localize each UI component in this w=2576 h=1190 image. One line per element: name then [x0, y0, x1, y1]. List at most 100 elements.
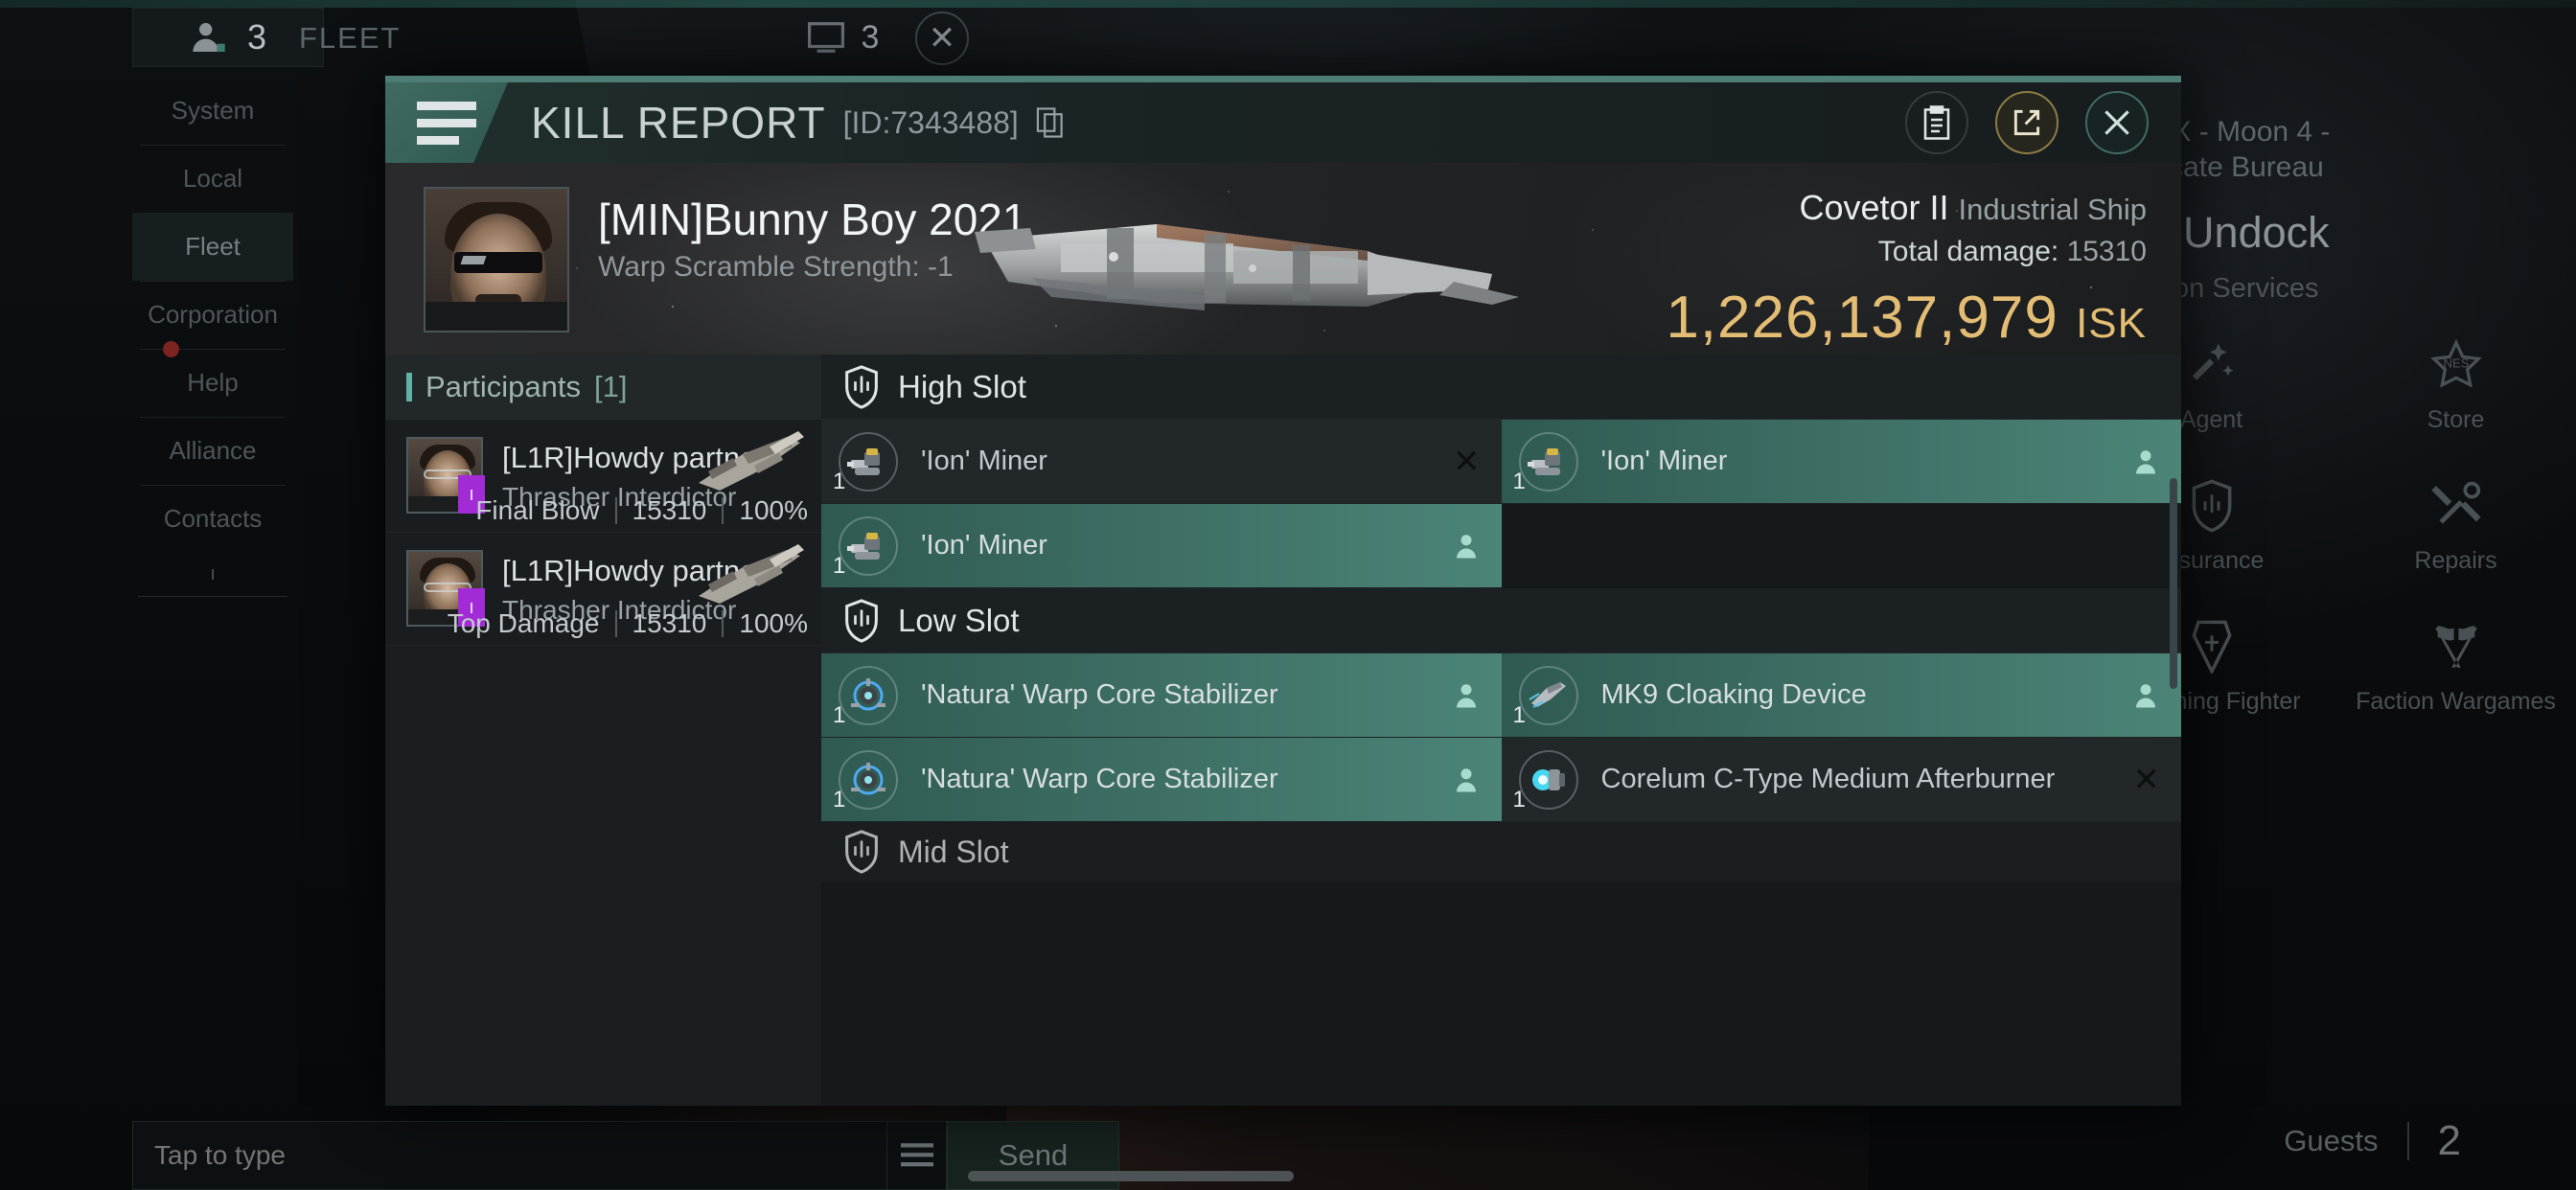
- total-damage-line: Total damage: 15310: [1666, 236, 2147, 268]
- participant-row[interactable]: ı [L1R]Howdy partner Thrasher Interdicto…: [385, 533, 821, 646]
- isk-value-line: 1,226,137,979 ISK: [1666, 284, 2147, 352]
- participants-column: Participants [1] ı [L1R]Howdy partner Th…: [385, 355, 821, 1106]
- background-close-icon[interactable]: ✕: [915, 11, 969, 65]
- low-slot-left-column: 1 'Natura' Warp Core Stabilizer 1 'Natur…: [821, 653, 1502, 822]
- sidebar-item-help[interactable]: Help: [132, 341, 293, 417]
- external-link-icon[interactable]: [1995, 91, 2058, 154]
- screen-count-tab[interactable]: 3: [757, 8, 930, 67]
- victim-ship-class: Industrial Ship: [1958, 193, 2147, 226]
- sidebar-collapse-handle[interactable]: ı: [132, 553, 293, 596]
- participants-header: Participants [1]: [385, 355, 821, 420]
- sidebar-item-label: Alliance: [169, 436, 257, 465]
- slot-shield-icon: [842, 830, 881, 874]
- dropped-person-icon: [1452, 531, 1481, 561]
- sidebar-item-fleet[interactable]: Fleet: [132, 213, 293, 281]
- guests-label: Guests: [2284, 1124, 2379, 1157]
- module-row[interactable]: 1 'Ion' Miner: [821, 504, 1502, 588]
- victim-ship-render: [917, 190, 1530, 355]
- participant-damage: 15310: [632, 608, 707, 638]
- modal-body: Participants [1] ı [L1R]Howdy partner Th…: [385, 355, 2181, 1106]
- module-row[interactable]: 1 Corelum C-Type Medium Afterburner ✕: [1501, 738, 2181, 822]
- sparkle-icon: [2186, 335, 2238, 395]
- modal-title-group: KILL REPORT [ID:7343488]: [531, 82, 1065, 163]
- module-quantity: 1: [1512, 787, 1526, 812]
- report-id: [ID:7343488]: [842, 104, 1019, 140]
- sidebar-item-label: Contacts: [163, 504, 263, 533]
- fleet-tab-label: FLEET: [299, 21, 402, 55]
- sidebar-item-alliance[interactable]: Alliance: [132, 417, 293, 485]
- wrench-icon: [2429, 476, 2483, 536]
- module-quantity: 1: [833, 702, 846, 728]
- sidebar-item-corporation[interactable]: Corporation: [132, 281, 293, 349]
- sidebar-item-local[interactable]: Local: [132, 145, 293, 213]
- sidebar-item-label: System: [171, 96, 255, 125]
- victim-ship-name: Covetor II: [1799, 188, 1949, 227]
- service-label: Repairs: [2414, 546, 2497, 574]
- high-slot-left-column: 1 'Ion' Miner ✕ 1 'Ion' Miner: [821, 420, 1502, 588]
- mining-laser-icon: [839, 431, 898, 492]
- chat-input[interactable]: [132, 1121, 887, 1190]
- participant-role: Final Blow: [475, 495, 600, 525]
- modal-menu-button[interactable]: [385, 82, 508, 163]
- module-row[interactable]: 1 MK9 Cloaking Device: [1501, 653, 2181, 738]
- sidebar-item-system[interactable]: System: [132, 77, 293, 145]
- mining-laser-icon: [839, 515, 898, 576]
- victim-ship-line: Covetor II Industrial Ship: [1666, 188, 2147, 228]
- svg-text:NES: NES: [2443, 355, 2469, 370]
- service-label: Store: [2426, 406, 2485, 433]
- fleet-member-count-tab[interactable]: 3: [132, 8, 324, 67]
- module-state: ✕: [1453, 443, 1481, 481]
- clipboard-icon[interactable]: [1905, 91, 1968, 154]
- modal-scrollbar[interactable]: [2170, 478, 2177, 689]
- dropped-person-icon: [1452, 680, 1481, 711]
- dropped-person-icon: [2131, 680, 2160, 711]
- person-icon: [190, 18, 228, 57]
- slot-title: High Slot: [898, 368, 1026, 404]
- sidebar-item-label: Local: [182, 164, 243, 193]
- participant-ship-render: [687, 427, 812, 496]
- service-faction-wargames[interactable]: Faction Wargames: [2338, 617, 2573, 716]
- participants-count: [1]: [593, 370, 628, 403]
- sidebar-item-label: Fleet: [185, 232, 241, 261]
- copy-icon[interactable]: [1036, 107, 1065, 138]
- fleet-count: 3: [246, 17, 267, 57]
- divider: [2406, 1122, 2409, 1160]
- service-store[interactable]: NES Store: [2338, 335, 2573, 434]
- victim-hero: [MIN]Bunny Boy 2021 Warp Scramble Streng…: [385, 163, 2181, 355]
- high-slot-grid: 1 'Ion' Miner ✕ 1 'Ion' Miner 1 'Ion' Mi…: [821, 420, 2181, 588]
- module-quantity: 1: [1512, 702, 1526, 728]
- divider: [722, 610, 724, 637]
- slot-section-header-mid: Mid Slot: [821, 822, 2181, 881]
- warp-stabilizer-icon: [839, 665, 898, 725]
- sunglasses-icon: [454, 252, 542, 273]
- close-icon[interactable]: [2085, 91, 2149, 154]
- module-row[interactable]: 1 'Ion' Miner: [1501, 420, 2181, 504]
- low-slot-grid: 1 'Natura' Warp Core Stabilizer 1 'Natur…: [821, 653, 2181, 822]
- slot-shield-icon: [842, 598, 881, 643]
- dropped-person-icon: [1452, 765, 1481, 795]
- modal-header-actions: [1905, 82, 2181, 163]
- slot-title: Low Slot: [898, 602, 1020, 638]
- cloaking-device-icon: [1518, 665, 1578, 725]
- service-repairs[interactable]: Repairs: [2338, 476, 2573, 575]
- participant-row[interactable]: ı [L1R]Howdy partner Thrasher Interdicto…: [385, 420, 821, 533]
- service-label: Agent: [2179, 406, 2243, 433]
- participant-stats: Top Damage 15310 100%: [448, 608, 808, 639]
- horizontal-scrollbar[interactable]: [968, 1171, 1294, 1181]
- victim-avatar[interactable]: [424, 187, 569, 332]
- afterburner-icon: [1518, 749, 1578, 810]
- chat-menu-icon[interactable]: [887, 1121, 947, 1190]
- sidebar-item-contacts[interactable]: Contacts: [132, 485, 293, 553]
- hamburger-icon: [417, 101, 476, 145]
- module-row[interactable]: 1 'Natura' Warp Core Stabilizer: [821, 738, 1502, 822]
- module-row[interactable]: 1 'Natura' Warp Core Stabilizer: [821, 653, 1502, 738]
- destroyed-x-icon: ✕: [2132, 761, 2161, 798]
- participant-percent: 100%: [739, 495, 808, 525]
- module-state: [1452, 680, 1481, 711]
- module-row[interactable]: 1 'Ion' Miner ✕: [821, 420, 1502, 504]
- avatar-body: [426, 302, 567, 331]
- service-label: Faction Wargames: [2356, 687, 2556, 715]
- medal-icon: [2188, 617, 2236, 676]
- modal-header: KILL REPORT [ID:7343488]: [385, 82, 2181, 163]
- divider: [722, 497, 724, 524]
